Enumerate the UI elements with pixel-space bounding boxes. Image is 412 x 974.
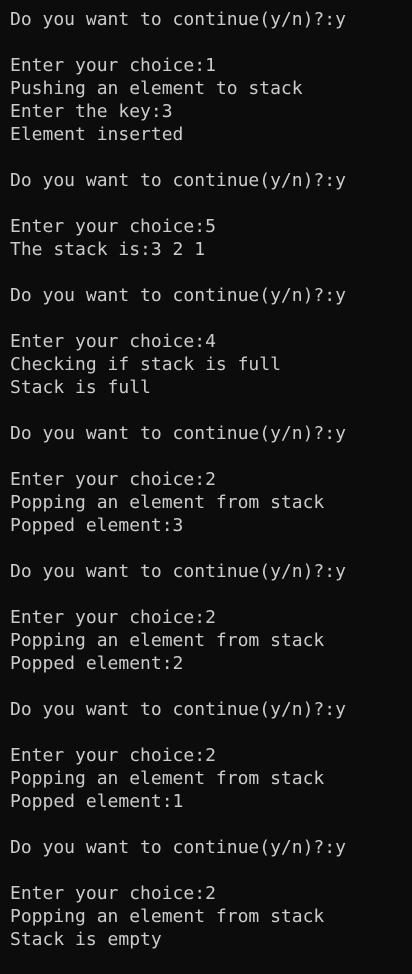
output-line: Enter your choice:2 xyxy=(10,883,216,904)
output-line: The stack is:3 2 1 xyxy=(10,239,206,260)
output-line: Enter your choice:1 xyxy=(10,55,216,76)
output-line: Popping an element from stack xyxy=(10,768,325,789)
output-line: Do you want to continue(y/n)?:y xyxy=(10,9,346,30)
output-line: Enter your choice:2 xyxy=(10,745,216,766)
output-line: Popping an element from stack xyxy=(10,630,325,651)
output-line: Enter your choice:2 xyxy=(10,469,216,490)
output-line: Popped element:2 xyxy=(10,653,184,674)
output-line: Popping an element from stack xyxy=(10,906,325,927)
output-line: Pushing an element to stack xyxy=(10,78,303,99)
output-line: Enter your choice:4 xyxy=(10,331,216,352)
output-line: Do you want to continue(y/n)?:y xyxy=(10,699,346,720)
output-line: Do you want to continue(y/n)?:y xyxy=(10,561,346,582)
output-line: Do you want to continue(y/n)?:y xyxy=(10,170,346,191)
output-line: Do you want to continue(y/n)?:y xyxy=(10,423,346,444)
output-line: Enter your choice:5 xyxy=(10,216,216,237)
output-line: Stack is full xyxy=(10,377,151,398)
output-line: Popped element:1 xyxy=(10,791,184,812)
output-line: Element inserted xyxy=(10,124,184,145)
output-line: Enter the key:3 xyxy=(10,101,173,122)
output-line: Popped element:3 xyxy=(10,515,184,536)
console-output[interactable]: Do you want to continue(y/n)?:y Enter yo… xyxy=(0,0,412,974)
output-line: Enter your choice:2 xyxy=(10,607,216,628)
output-line: Popping an element from stack xyxy=(10,492,325,513)
output-line: Do you want to continue(y/n)?:y xyxy=(10,285,346,306)
output-line: Checking if stack is full xyxy=(10,354,281,375)
output-line: Stack is empty xyxy=(10,929,162,950)
output-line: Do you want to continue(y/n)?:y xyxy=(10,837,346,858)
